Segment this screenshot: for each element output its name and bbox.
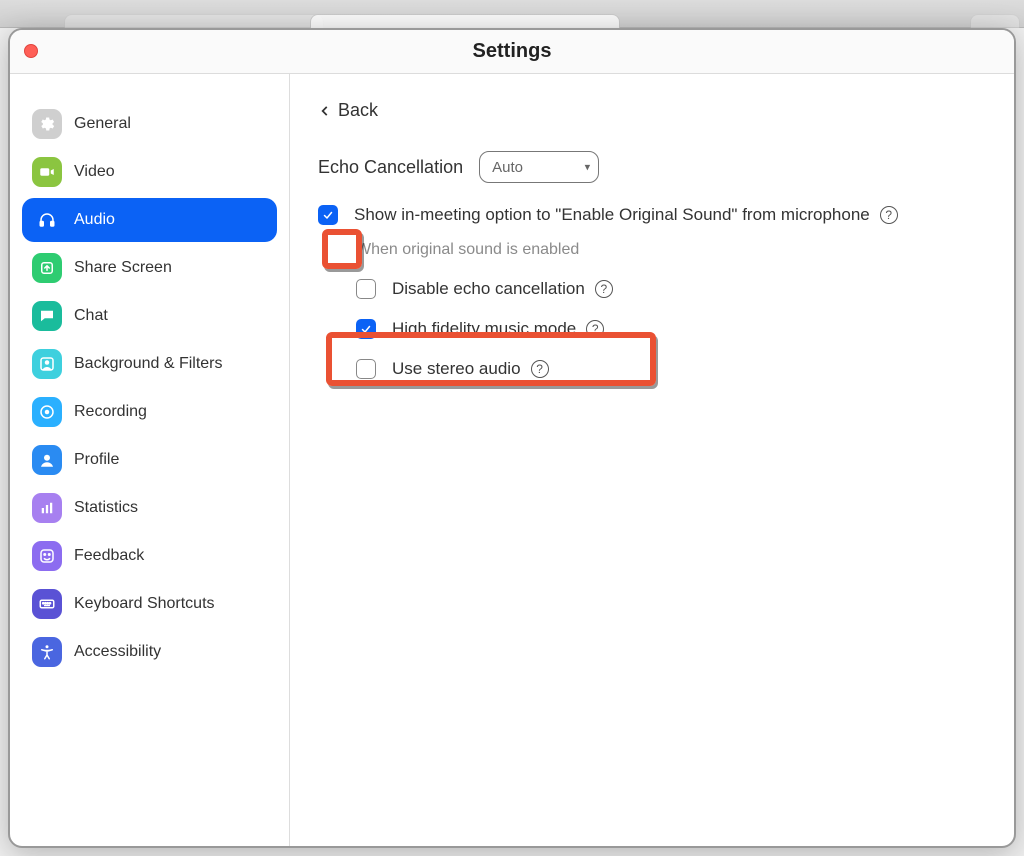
sidebar-item-statistics[interactable]: Statistics: [22, 486, 277, 530]
sidebar-item-label: Video: [74, 163, 115, 181]
sidebar-item-profile[interactable]: Profile: [22, 438, 277, 482]
sidebar: General Video Audio: [10, 74, 290, 846]
bar-chart-icon: [32, 493, 62, 523]
sidebar-item-label: Audio: [74, 211, 115, 229]
echo-cancellation-label: Echo Cancellation: [318, 157, 463, 178]
echo-cancellation-row: Echo Cancellation Auto ▾: [318, 151, 986, 183]
chevron-left-icon: [318, 104, 332, 118]
help-icon[interactable]: ?: [586, 320, 604, 338]
back-button[interactable]: Back: [318, 100, 378, 121]
back-label: Back: [338, 100, 378, 121]
show-original-sound-label: Show in-meeting option to "Enable Origin…: [354, 205, 870, 225]
stereo-audio-checkbox[interactable]: [356, 359, 376, 379]
share-up-icon: [32, 253, 62, 283]
sidebar-item-share-screen[interactable]: Share Screen: [22, 246, 277, 290]
select-value: Auto: [492, 159, 523, 176]
sidebar-item-label: Recording: [74, 403, 147, 421]
original-sound-hint: When original sound is enabled: [356, 241, 986, 259]
help-icon[interactable]: ?: [595, 280, 613, 298]
stereo-audio-label: Use stereo audio: [392, 359, 521, 379]
help-icon[interactable]: ?: [531, 360, 549, 378]
settings-window: Settings General Video: [8, 28, 1016, 848]
window-title: Settings: [473, 40, 552, 63]
sidebar-item-general[interactable]: General: [22, 102, 277, 146]
sidebar-item-feedback[interactable]: Feedback: [22, 534, 277, 578]
keyboard-icon: [32, 589, 62, 619]
sidebar-item-label: Feedback: [74, 547, 144, 565]
sidebar-item-label: Share Screen: [74, 259, 172, 277]
echo-cancellation-select[interactable]: Auto ▾: [479, 151, 599, 183]
person-square-icon: [32, 349, 62, 379]
high-fidelity-checkbox[interactable]: [356, 319, 376, 339]
stereo-audio-option: Use stereo audio ?: [356, 359, 986, 379]
sidebar-item-label: Background & Filters: [74, 355, 223, 373]
chat-icon: [32, 301, 62, 331]
sidebar-item-label: General: [74, 115, 131, 133]
background-tab: [64, 14, 324, 28]
video-icon: [32, 157, 62, 187]
sidebar-item-chat[interactable]: Chat: [22, 294, 277, 338]
sidebar-item-keyboard-shortcuts[interactable]: Keyboard Shortcuts: [22, 582, 277, 626]
person-icon: [32, 445, 62, 475]
headphones-icon: [32, 205, 62, 235]
high-fidelity-label: High fidelity music mode: [392, 319, 576, 339]
show-original-sound-option: Show in-meeting option to "Enable Origin…: [318, 205, 986, 225]
browser-tab-strip: [0, 0, 1024, 28]
high-fidelity-option: High fidelity music mode ?: [356, 319, 986, 339]
sidebar-item-recording[interactable]: Recording: [22, 390, 277, 434]
smile-icon: [32, 541, 62, 571]
sidebar-item-audio[interactable]: Audio: [22, 198, 277, 242]
content-panel: Back Echo Cancellation Auto ▾ Show in-me…: [290, 74, 1014, 846]
sidebar-item-video[interactable]: Video: [22, 150, 277, 194]
sidebar-item-background-filters[interactable]: Background & Filters: [22, 342, 277, 386]
disable-echo-option: Disable echo cancellation ?: [356, 279, 986, 299]
disable-echo-checkbox[interactable]: [356, 279, 376, 299]
disable-echo-label: Disable echo cancellation: [392, 279, 585, 299]
close-button[interactable]: [24, 44, 38, 58]
show-original-sound-checkbox[interactable]: [318, 205, 338, 225]
gear-icon: [32, 109, 62, 139]
chevron-down-icon: ▾: [585, 161, 591, 174]
sidebar-item-label: Statistics: [74, 499, 138, 517]
sidebar-item-label: Profile: [74, 451, 119, 469]
sidebar-item-label: Accessibility: [74, 643, 161, 661]
record-icon: [32, 397, 62, 427]
sidebar-item-accessibility[interactable]: Accessibility: [22, 630, 277, 674]
titlebar: Settings: [10, 30, 1014, 74]
sidebar-item-label: Chat: [74, 307, 108, 325]
accessibility-icon: [32, 637, 62, 667]
background-tab: [310, 14, 620, 28]
sidebar-item-label: Keyboard Shortcuts: [74, 595, 215, 613]
help-icon[interactable]: ?: [880, 206, 898, 224]
background-tab: [970, 14, 1020, 28]
